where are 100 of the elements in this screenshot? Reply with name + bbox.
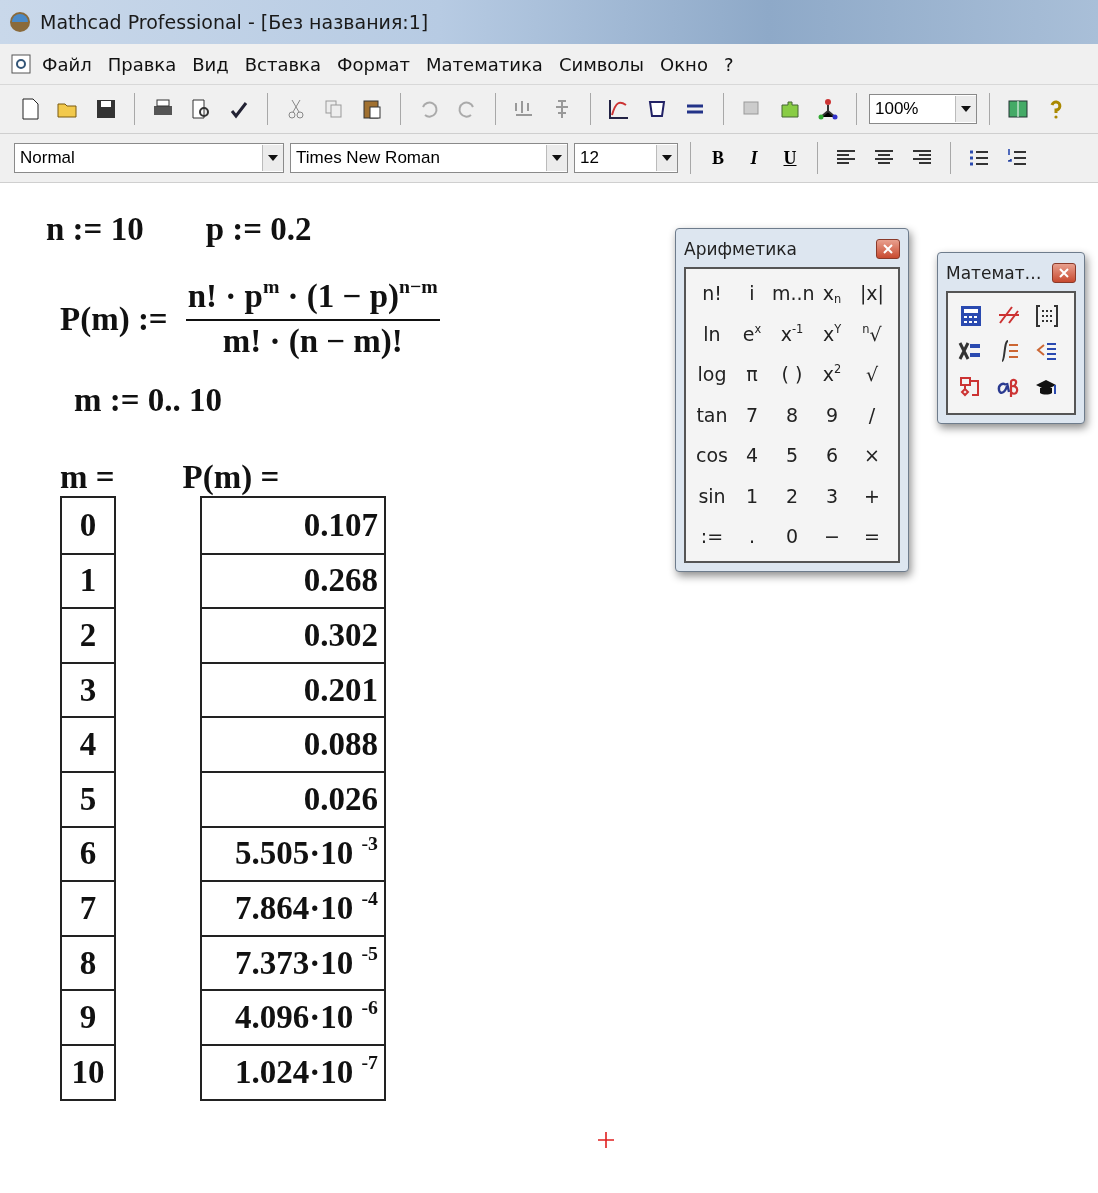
palette-key[interactable]: 3: [812, 475, 852, 516]
table-cell-text: 0: [78, 505, 98, 545]
table-cell: 4: [62, 716, 114, 771]
palette-key[interactable]: sin: [692, 475, 732, 516]
palette-key[interactable]: 5: [772, 435, 812, 476]
menu-item[interactable]: Правка: [101, 51, 183, 77]
palette-key[interactable]: .: [732, 516, 772, 557]
underline-button[interactable]: U: [775, 143, 805, 173]
palette-key[interactable]: cos: [692, 435, 732, 476]
close-icon: [883, 244, 893, 254]
palette-key[interactable]: ln: [692, 313, 732, 354]
bold-button[interactable]: B: [703, 143, 733, 173]
palette-key[interactable]: ( ): [772, 354, 812, 395]
style-dropdown[interactable]: Normal: [14, 143, 284, 173]
palette-key[interactable]: −: [812, 516, 852, 557]
document-icon[interactable]: [10, 53, 32, 75]
palette-title: Арифметика: [684, 239, 797, 259]
definition: n := 10: [46, 211, 144, 248]
palette-key[interactable]: =: [852, 516, 892, 557]
palette-key[interactable]: /: [852, 394, 892, 435]
palette-key[interactable]: m..n: [772, 273, 812, 314]
denominator: m! · (n − m)!: [222, 322, 403, 360]
table-cell: 4.096·10 $^{-6}$: [202, 989, 384, 1044]
menu-item[interactable]: ?: [717, 51, 740, 77]
table-cell: 0.201: [202, 661, 384, 717]
font-size-dropdown[interactable]: 12: [574, 143, 678, 173]
palette-key[interactable]: x$^{2}$: [812, 354, 852, 395]
table-cell: 5.505·10 $^{-3}$: [202, 825, 384, 881]
palette-key[interactable]: x$^{Y}$: [812, 313, 852, 354]
table-cell-text: 0.107: [302, 505, 379, 545]
palette-key[interactable]: 2: [772, 475, 812, 516]
palette-key[interactable]: 1: [732, 475, 772, 516]
result-header: P(m) =: [182, 459, 280, 496]
table-cell: 1.024·10 $^{-7}$: [202, 1043, 384, 1099]
palette-key[interactable]: tan: [692, 394, 732, 435]
table-cell: 1: [62, 552, 114, 608]
table-cell: 0.026: [202, 770, 384, 826]
definition: p := 0.2: [205, 211, 312, 248]
palette-key[interactable]: 7: [732, 394, 772, 435]
palette-title: Математ…: [946, 263, 1042, 283]
palette-key[interactable]: $^{n}$√: [852, 313, 892, 354]
menu-item[interactable]: Математика: [420, 51, 549, 77]
book-icon: [1006, 97, 1030, 121]
palette-key[interactable]: 4: [732, 435, 772, 476]
table-cell: 8: [62, 934, 114, 990]
menu-item[interactable]: Вставка: [238, 51, 328, 77]
table-cell: 7.373·10 $^{-5}$: [202, 934, 384, 990]
italic-button[interactable]: I: [739, 143, 769, 173]
palette-key[interactable]: e$^{x}$: [732, 313, 772, 354]
table-cell: 0.088: [202, 716, 384, 771]
caret-icon: [552, 155, 562, 161]
palette-key[interactable]: n!: [692, 273, 732, 314]
table-cell: 0.302: [202, 607, 384, 662]
table-cell: 5: [62, 770, 114, 826]
numerator: n! · p$^{m}$ · (1 − p)$^{n−m}$: [185, 278, 440, 321]
palette-key[interactable]: log: [692, 354, 732, 395]
save-icon: [94, 97, 118, 121]
palette-key[interactable]: |x|: [852, 273, 892, 314]
table-cell: 10: [62, 1043, 114, 1099]
matrix-icon: [1034, 302, 1058, 328]
menu-item[interactable]: Вид: [186, 51, 235, 77]
table-cell: 6: [62, 825, 114, 881]
window-title: Mathcad Professional - [Без названия:1]: [40, 11, 429, 33]
table-cell: 2: [62, 607, 114, 662]
palette-key[interactable]: 8: [772, 394, 812, 435]
caret-icon: [961, 106, 971, 112]
close-button[interactable]: [876, 239, 900, 259]
table-cell: 0.268: [202, 552, 384, 608]
menu-item[interactable]: Формат: [331, 51, 417, 77]
menu-item[interactable]: Окно: [654, 51, 714, 77]
palette-key[interactable]: ×: [852, 435, 892, 476]
table-cell: 7: [62, 880, 114, 935]
palette-key[interactable]: 6: [812, 435, 852, 476]
palette-key[interactable]: π: [732, 354, 772, 395]
app-logo-icon: [8, 10, 32, 34]
palette-key[interactable]: √: [852, 354, 892, 395]
palette-key[interactable]: +: [852, 475, 892, 516]
range-definition: m := 0.. 10: [74, 382, 223, 418]
palette-key[interactable]: 9: [812, 394, 852, 435]
caret-icon: [268, 155, 278, 161]
font-dropdown[interactable]: Times New Roman: [290, 143, 568, 173]
palette-key[interactable]: x$^{-1}$: [772, 313, 812, 354]
table-cell: 3: [62, 661, 114, 717]
result-header: m =: [60, 459, 115, 496]
network-icon: [816, 97, 840, 121]
caret-icon: [662, 155, 672, 161]
close-button[interactable]: [1052, 263, 1076, 283]
paste-icon: [360, 97, 384, 121]
menu-item[interactable]: Файл: [36, 51, 98, 77]
palette-key[interactable]: i: [732, 273, 772, 314]
table-cell: 9: [62, 989, 114, 1044]
function-graph-icon: [607, 97, 631, 121]
palette-key[interactable]: x$_{n}$: [812, 273, 852, 314]
palette-key[interactable]: :=: [692, 516, 732, 557]
zoom-dropdown[interactable]: 100%: [869, 94, 977, 124]
palette-key[interactable]: 0: [772, 516, 812, 557]
function-name: P(m) :=: [60, 300, 168, 338]
close-icon: [1059, 268, 1069, 278]
table-cell: 7.864·10 $^{-4}$: [202, 880, 384, 935]
menu-item[interactable]: Символы: [552, 51, 651, 77]
